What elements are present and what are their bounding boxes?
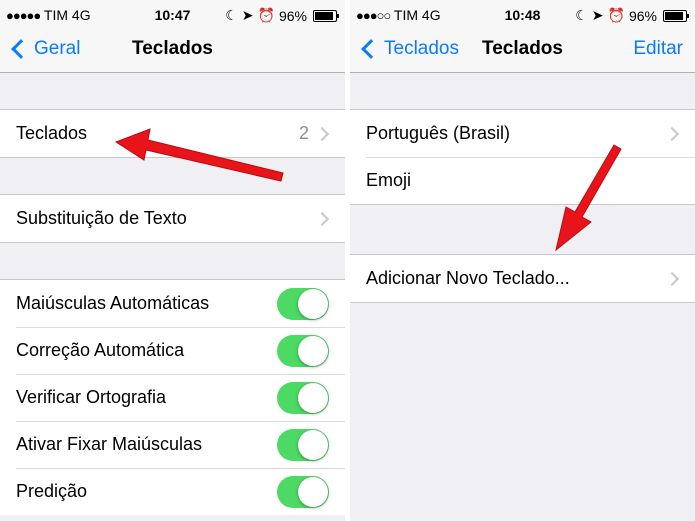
edit-button[interactable]: Editar [633,38,683,60]
cell-label: Teclados [16,123,88,143]
keyboards-list-group: Português (Brasil) Emoji [350,109,695,205]
cell-teclados[interactable]: Teclados 2 [0,110,345,157]
cell-correcao-automatica: Correção Automática [0,327,345,374]
cell-label: Emoji [366,170,412,190]
cell-ativar-fixar-maiusculas: Ativar Fixar Maiúsculas [0,421,345,468]
left-screen: ●●●●● TIM 4G 10:47 ☾ ➤ ⏰ 96% Geral Tecla… [0,0,345,521]
toggle-switch[interactable] [277,381,329,414]
toggles-group: Maiúsculas Automáticas Correção Automáti… [0,279,345,515]
cell-predicao: Predição [0,468,345,515]
cell-emoji[interactable]: Emoji [350,157,695,204]
status-icons: ☾ ➤ ⏰ 96% [575,7,689,24]
cell-label: Adicionar Novo Teclado... [366,268,570,288]
cell-label: Maiúsculas Automáticas [16,293,210,313]
cell-label: Correção Automática [16,340,185,360]
chevron-right-icon [314,211,330,227]
alarm-icon: ⏰ [607,7,625,23]
battery-icon [663,9,689,22]
nav-bar: Teclados Teclados Editar [350,30,695,73]
keyboard-count: 2 [298,123,309,143]
toggle-switch[interactable] [277,287,329,320]
status-bar: ●●●●● TIM 4G 10:47 ☾ ➤ ⏰ 96% [0,0,345,30]
cell-adicionar-novo-teclado[interactable]: Adicionar Novo Teclado... [350,255,695,302]
right-screen: ●●●○○ TIM 4G 10:48 ☾ ➤ ⏰ 96% Teclados Te… [350,0,695,521]
nav-bar: Geral Teclados [0,30,345,73]
toggle-switch[interactable] [277,428,329,461]
cell-label: Verificar Ortografia [16,387,167,407]
toggle-switch[interactable] [277,475,329,508]
alarm-icon: ⏰ [257,7,275,23]
cell-maiusculas-automaticas: Maiúsculas Automáticas [0,280,345,327]
page-title: Teclados [132,38,213,59]
cell-verificar-ortografia: Verificar Ortografia [0,374,345,421]
cell-label: Português (Brasil) [366,123,511,143]
chevron-right-icon [664,271,680,287]
cell-portugues-brasil[interactable]: Português (Brasil) [350,110,695,157]
moon-icon: ☾ [225,7,238,23]
cell-substituicao-de-texto[interactable]: Substituição de Texto [0,195,345,242]
keyboards-group: Teclados 2 [0,109,345,158]
status-bar: ●●●○○ TIM 4G 10:48 ☾ ➤ ⏰ 96% [350,0,695,30]
chevron-right-icon [314,126,330,142]
chevron-right-icon [664,126,680,142]
status-icons: ☾ ➤ ⏰ 96% [225,7,339,24]
location-icon: ➤ [591,7,604,23]
battery-percent: 96% [628,7,657,24]
cell-label: Predição [16,481,88,501]
text-replacement-group: Substituição de Texto [0,194,345,243]
cell-label: Substituição de Texto [16,208,187,228]
toggle-switch[interactable] [277,334,329,367]
battery-icon [313,9,339,22]
battery-percent: 96% [278,7,307,24]
moon-icon: ☾ [575,7,588,23]
cell-label: Ativar Fixar Maiúsculas [16,434,203,454]
location-icon: ➤ [241,7,254,23]
add-keyboard-group: Adicionar Novo Teclado... [350,254,695,303]
